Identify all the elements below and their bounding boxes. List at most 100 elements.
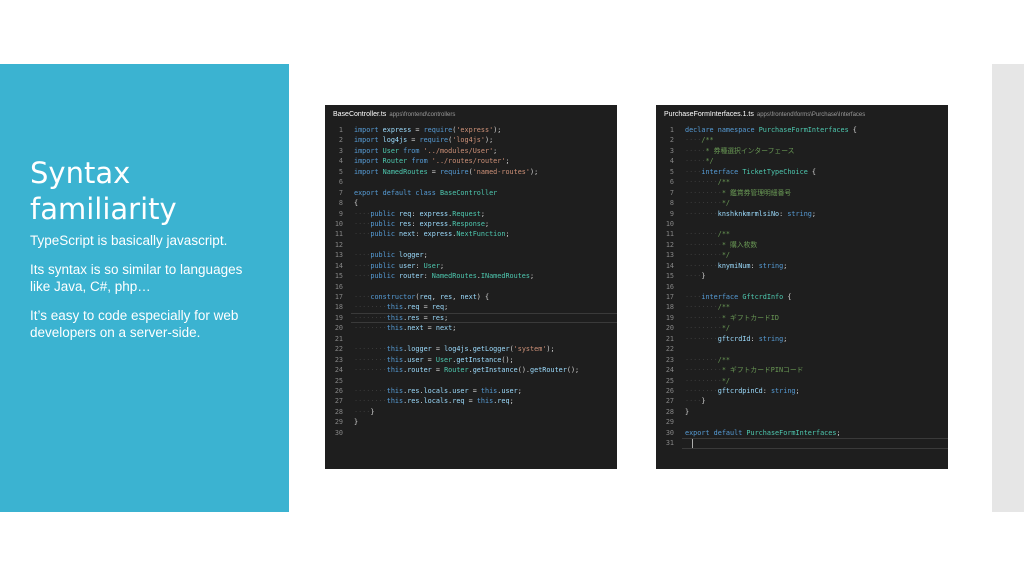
code-line[interactable]: 7 export default class BaseController — [325, 188, 617, 198]
line-number: 7 — [338, 188, 343, 197]
code-line[interactable]: 4 import Router from '../routes/router'; — [325, 156, 617, 166]
code-text: ·········*/ — [685, 324, 731, 333]
code-line[interactable]: 18 ········this.req = req; — [325, 302, 617, 312]
code-line[interactable]: 5 import NamedRoutes = require('named-rou… — [325, 167, 617, 177]
line-number: 7 — [669, 188, 674, 197]
line-number: 18 — [665, 303, 674, 312]
code-line[interactable]: 19 ········this.res = res; — [325, 312, 617, 324]
code-line[interactable]: 10 ····public res: express.Response; — [325, 219, 617, 229]
code-line[interactable]: 27 ········this.res.locals.req = this.req… — [325, 396, 617, 406]
code-line[interactable]: 27 ····} — [656, 396, 948, 406]
code-line[interactable]: 9 ····public req: express.Request; — [325, 209, 617, 219]
code-line[interactable]: 30 export default PurchaseFormInterfaces; — [656, 428, 948, 438]
code-text: ····public router: NamedRoutes.INamedRou… — [354, 272, 535, 281]
code-line[interactable]: 6 ········/** — [656, 177, 948, 187]
code-line[interactable]: 23 ········this.user = User.getInstance()… — [325, 355, 617, 365]
line-number: 22 — [334, 345, 343, 354]
code-line[interactable]: 20 ·········*/ — [656, 323, 948, 333]
code-line[interactable]: 18 ········/** — [656, 302, 948, 312]
code-line[interactable]: 30 — [325, 428, 617, 438]
code-text: declare namespace PurchaseFormInterfaces… — [685, 126, 857, 134]
code-line[interactable]: 28} — [656, 407, 948, 417]
line-number: 31 — [665, 439, 674, 448]
code-line[interactable]: 22 — [656, 344, 948, 354]
line-number: 18 — [334, 303, 343, 312]
line-number: 11 — [665, 230, 674, 239]
code-line[interactable]: 14 ····public user: User; — [325, 261, 617, 271]
code-line[interactable]: 14 ········knymiNum: string; — [656, 261, 948, 271]
code-line[interactable]: 16 — [656, 282, 948, 292]
code-text: ········knymiNum: string; — [685, 261, 788, 270]
code-line[interactable]: 28 ····} — [325, 407, 617, 417]
code-line[interactable]: 9 ········knshknkmrmlsiNo: string; — [656, 209, 948, 219]
line-number: 21 — [334, 334, 343, 343]
code-line[interactable]: 13 ·········*/ — [656, 250, 948, 260]
code-line[interactable]: 22 ········this.logger = log4js.getLogger… — [325, 344, 617, 354]
code-text: ····} — [354, 407, 375, 416]
code-line[interactable]: 17 ····constructor(req, res, next) { — [325, 292, 617, 302]
code-line[interactable]: 25 ·········*/ — [656, 376, 948, 386]
code-line[interactable]: 3 ·····* 券種選択インターフェース — [656, 146, 948, 156]
code-text: ····public next: express.NextFunction; — [354, 230, 510, 239]
code-text: import User from '../modules/User'; — [354, 146, 498, 155]
code-line[interactable]: 12 ·········* 購入枚数 — [656, 240, 948, 250]
code-line[interactable]: 19 ·········* ギフトカードID — [656, 313, 948, 323]
code-line[interactable]: 10 — [656, 219, 948, 229]
code-line[interactable]: 23 ········/** — [656, 355, 948, 365]
code-line[interactable]: 5 ····interface TicketTypeChoice { — [656, 167, 948, 177]
line-number: 13 — [334, 251, 343, 260]
code-line[interactable]: 26 ········this.res.locals.user = this.us… — [325, 386, 617, 396]
code-text: ····/** — [685, 136, 714, 145]
code-line[interactable]: 29 — [656, 417, 948, 427]
code-line[interactable]: 24 ········this.router = Router.getInstan… — [325, 365, 617, 375]
code-line[interactable]: 20 ········this.next = next; — [325, 323, 617, 333]
code-line[interactable]: 26 ········gftcrdpinCd: string; — [656, 386, 948, 396]
code-line[interactable]: 31 — [656, 438, 948, 450]
line-number: 8 — [669, 199, 674, 208]
code-line[interactable]: 2 ····/** — [656, 135, 948, 145]
code-text: ········/** — [685, 355, 731, 364]
code-editor-purchase-form-interfaces[interactable]: PurchaseFormInterfaces.1.ts apps\frontend… — [656, 105, 948, 469]
code-line[interactable]: 15 ····} — [656, 271, 948, 281]
code-line[interactable]: 7 ·········* 鑑賞券管理明細番号 — [656, 188, 948, 198]
code-text: ········gftcrdpinCd: string; — [685, 386, 800, 395]
line-number: 24 — [665, 366, 674, 375]
code-line[interactable]: 1 import express = require('express'); — [325, 125, 617, 135]
line-number: 1 — [338, 126, 343, 134]
code-line[interactable]: 13 ····public logger; — [325, 250, 617, 260]
line-number: 1 — [669, 126, 674, 134]
code-line[interactable]: 16 — [325, 282, 617, 292]
code-line[interactable]: 8 ·········*/ — [656, 198, 948, 208]
code-text: ········this.res.locals.user = this.user… — [354, 386, 522, 395]
code-text: export default class BaseController — [354, 188, 498, 197]
code-line[interactable]: 21 — [325, 334, 617, 344]
code-line[interactable]: 15 ····public router: NamedRoutes.INamedR… — [325, 271, 617, 281]
code-area[interactable]: 1 declare namespace PurchaseFormInterface… — [656, 125, 948, 450]
code-line[interactable]: 21 ········gftcrdId: string; — [656, 334, 948, 344]
code-line[interactable]: 24 ·········* ギフトカードPINコード — [656, 365, 948, 375]
code-line[interactable]: 11 ········/** — [656, 229, 948, 239]
code-line[interactable]: 2 import log4js = require('log4js'); — [325, 135, 617, 145]
code-text: } — [685, 407, 690, 416]
code-line[interactable]: 25 — [325, 376, 617, 386]
code-editor-base-controller[interactable]: BaseController.ts apps\frontend\controlle… — [325, 105, 617, 469]
line-number: 17 — [334, 293, 343, 301]
editor-tab-header[interactable]: PurchaseFormInterfaces.1.ts apps\frontend… — [656, 105, 948, 125]
code-line[interactable]: 4 ·····*/ — [656, 156, 948, 166]
code-line[interactable]: 3 import User from '../modules/User'; — [325, 146, 617, 156]
code-line[interactable]: 12 — [325, 240, 617, 250]
code-area[interactable]: 1 import express = require('express'); 2 im… — [325, 125, 617, 438]
line-number: 8 — [338, 199, 343, 208]
code-text: ········gftcrdId: string; — [685, 334, 788, 343]
editor-tab-header[interactable]: BaseController.ts apps\frontend\controlle… — [325, 105, 617, 125]
line-number: 22 — [665, 345, 674, 354]
code-line[interactable]: 17 ····interface GftcrdInfo { — [656, 292, 948, 302]
code-line[interactable]: 29} — [325, 417, 617, 427]
code-line[interactable]: 1 declare namespace PurchaseFormInterface… — [656, 125, 948, 135]
line-number: 9 — [669, 209, 674, 218]
line-number: 2 — [669, 136, 674, 145]
code-line[interactable]: 8{ — [325, 198, 617, 208]
code-line[interactable]: 11 ····public next: express.NextFunction; — [325, 229, 617, 239]
line-number: 29 — [334, 418, 343, 427]
code-line[interactable]: 6 — [325, 177, 617, 187]
